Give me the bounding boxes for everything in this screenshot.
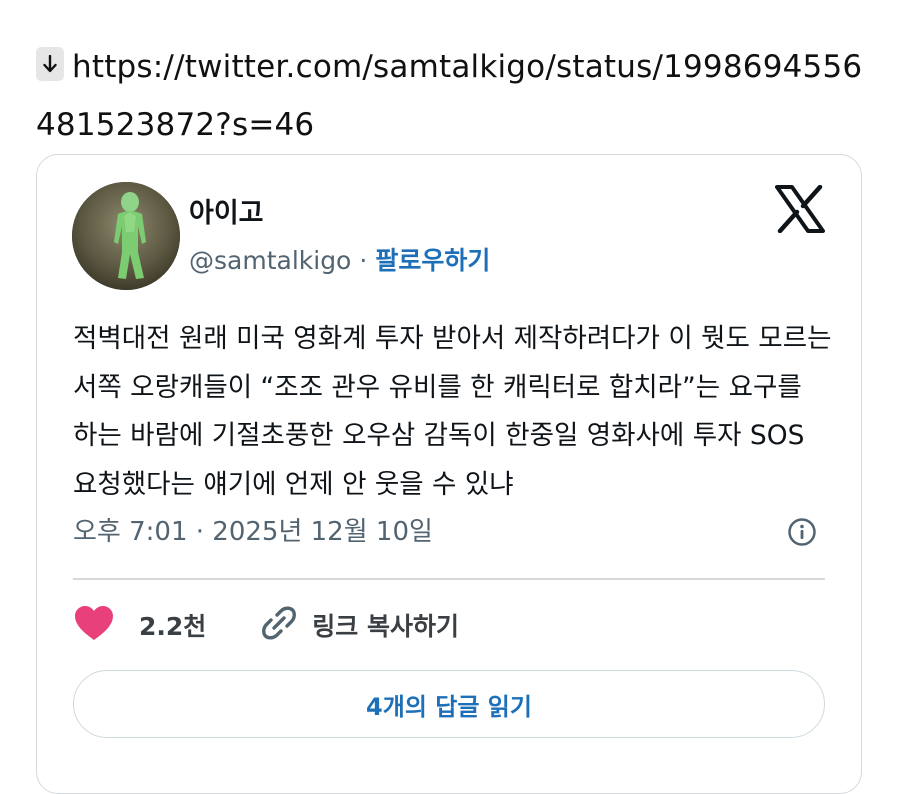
avatar[interactable] bbox=[72, 182, 180, 290]
link-url[interactable]: https://twitter.com/samtalkigo/status/19… bbox=[36, 49, 862, 143]
download-arrow-icon bbox=[36, 47, 64, 81]
tweet-text: 적벽대전 원래 미국 영화계 투자 받아서 제작하려다가 이 뭣도 모르는 서쪽… bbox=[73, 323, 832, 500]
tweet-timestamp[interactable]: 오후 7:01 · 2025년 12월 10일 bbox=[73, 511, 433, 548]
x-logo-icon[interactable] bbox=[775, 184, 825, 234]
handle-row: @samtalkigo · 팔로우하기 bbox=[189, 241, 490, 277]
shared-link[interactable]: https://twitter.com/samtalkigo/status/19… bbox=[36, 38, 876, 154]
link-icon bbox=[260, 604, 298, 646]
like-count: 2.2천 bbox=[139, 612, 207, 641]
display-name[interactable]: 아이고 bbox=[189, 191, 264, 230]
follow-button[interactable]: 팔로우하기 bbox=[375, 246, 490, 275]
divider bbox=[73, 578, 825, 580]
copy-link-button[interactable]: 링크 복사하기 bbox=[260, 604, 459, 646]
actions-row: 2.2천 링크 복사하기 bbox=[73, 601, 459, 649]
like-button[interactable]: 2.2천 bbox=[73, 604, 206, 646]
copy-link-label: 링크 복사하기 bbox=[312, 612, 460, 641]
read-replies-button[interactable]: 4개의 답글 읽기 bbox=[73, 670, 825, 738]
heart-icon bbox=[73, 604, 115, 646]
user-handle[interactable]: @samtalkigo bbox=[189, 246, 351, 275]
separator-dot: · bbox=[359, 246, 368, 275]
info-icon[interactable] bbox=[787, 517, 817, 547]
tweet-card: 아이고 @samtalkigo · 팔로우하기 적벽대전 원래 미국 영화계 투자 … bbox=[36, 154, 862, 794]
